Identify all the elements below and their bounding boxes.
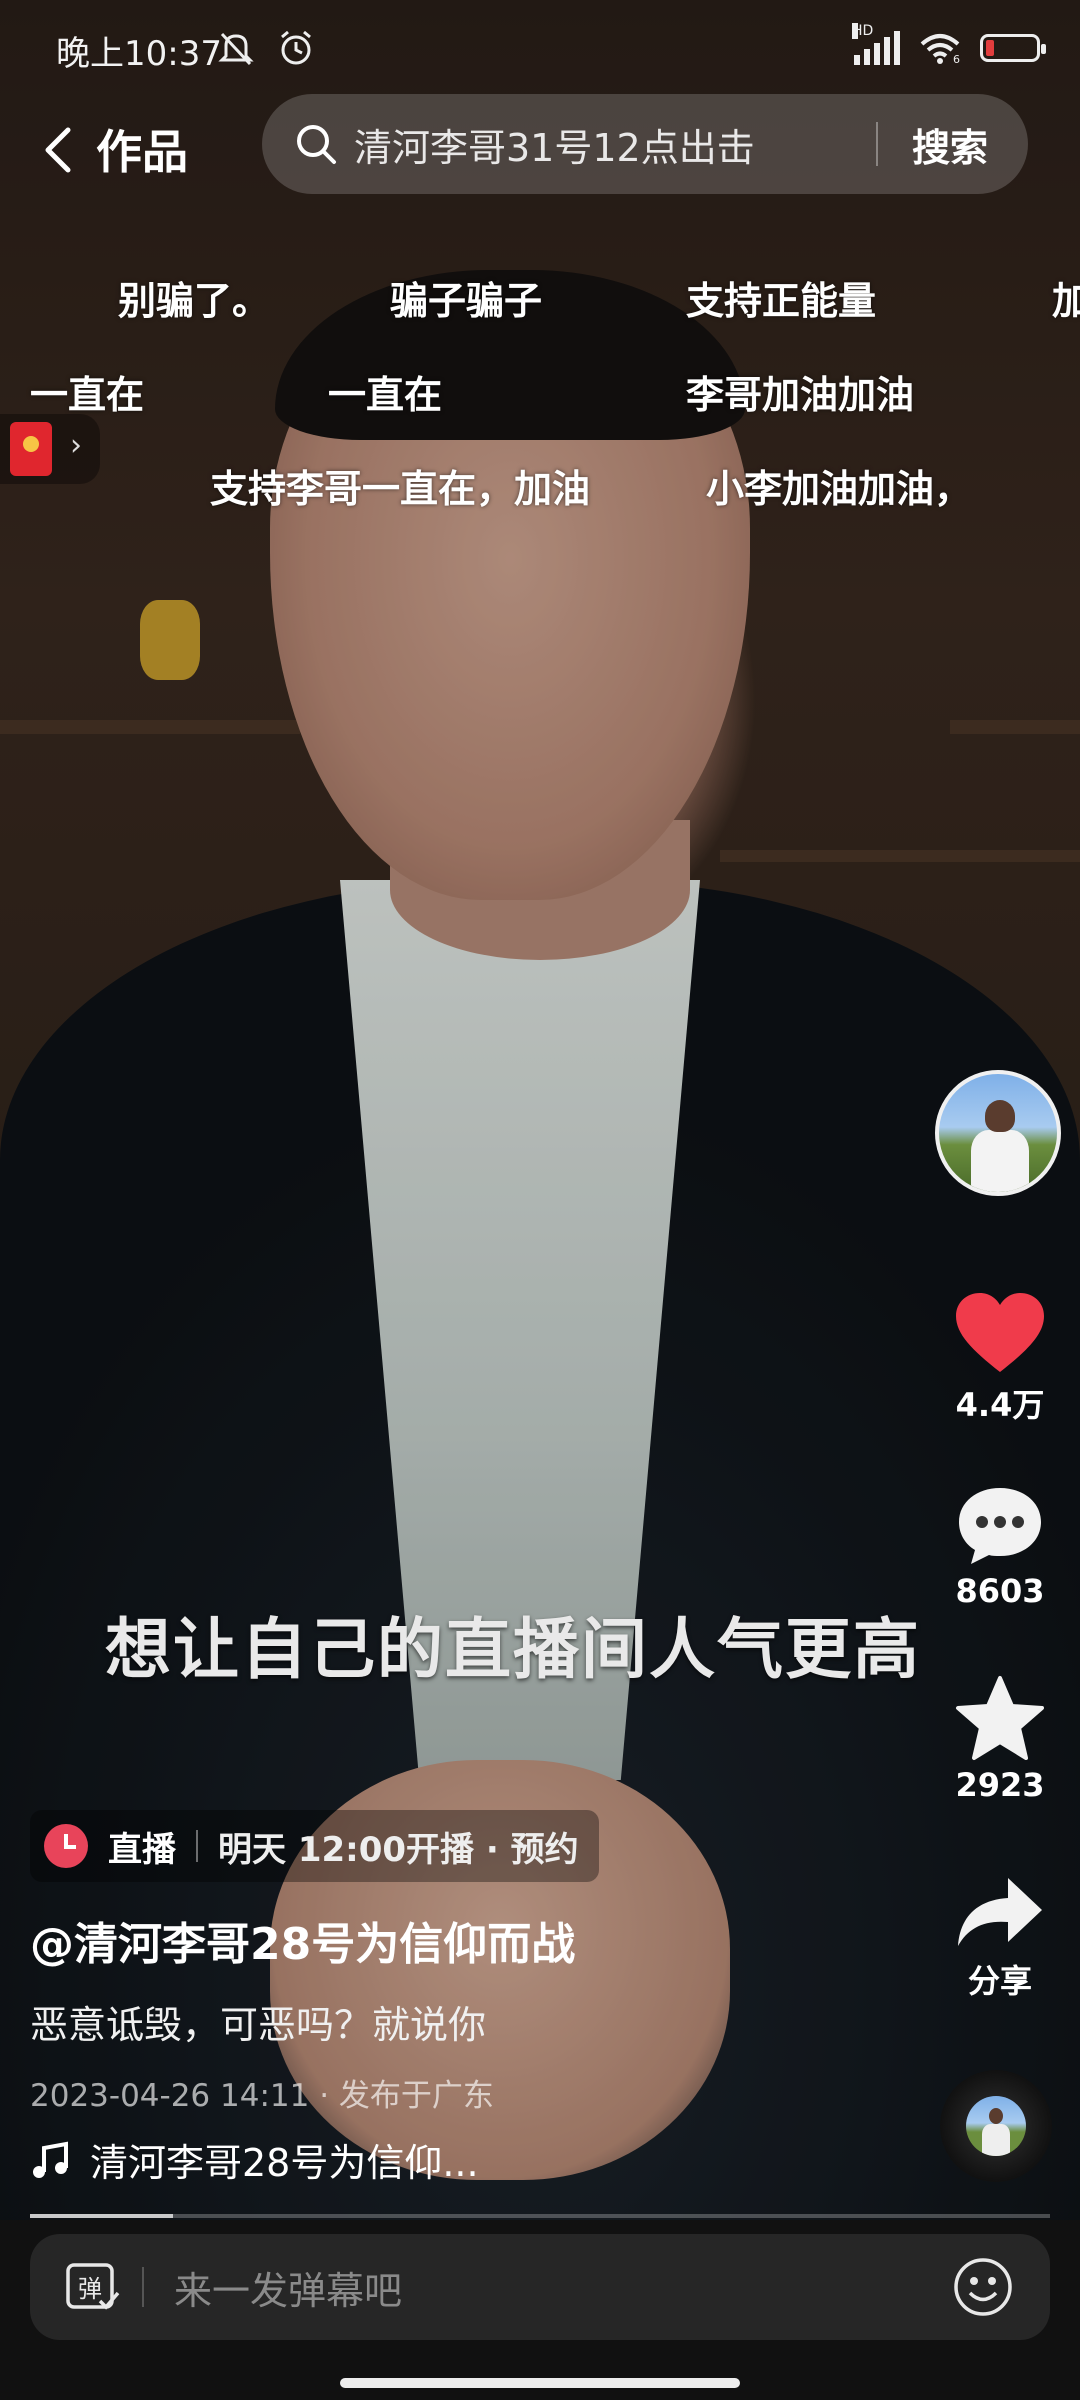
status-bar: 晚上10:37 HD 6 xyxy=(0,0,1080,96)
danmaku-toggle-icon[interactable]: 弹 xyxy=(64,2259,120,2315)
star-icon xyxy=(956,1676,1044,1760)
page-title: 作品 xyxy=(96,125,188,179)
author-name[interactable]: @清河李哥28号为信仰而战 xyxy=(30,1908,575,1972)
comment-button[interactable]: 8603 xyxy=(940,1484,1060,1610)
video-progress-fill xyxy=(30,2214,173,2218)
danmaku-item: 一直在 xyxy=(30,373,145,417)
wifi-icon: 6 xyxy=(920,34,960,64)
danmaku-placeholder[interactable]: 来一发弹幕吧 xyxy=(174,2260,952,2315)
music-disc[interactable] xyxy=(940,2070,1052,2182)
live-tag-divider xyxy=(196,1830,198,1862)
music-note-icon xyxy=(33,2141,68,2178)
battery-icon xyxy=(980,34,1046,62)
input-divider xyxy=(142,2267,144,2307)
avatar-figure-head xyxy=(985,1100,1015,1132)
danmaku-item: 小李加油加油， xyxy=(706,467,973,511)
status-time: 晚上10:37 xyxy=(56,34,222,74)
video-progress-bar[interactable] xyxy=(30,2214,1050,2218)
network-type-label: HD xyxy=(852,23,874,39)
wifi-sub-label: 6 xyxy=(953,53,960,64)
danmaku-item: 李哥加油加油 xyxy=(686,373,915,417)
danmaku-item: 支持正能量 xyxy=(686,279,877,323)
danmaku-item: 支持李哥一直在，加油 xyxy=(210,467,591,511)
like-count: 4.4万 xyxy=(955,1386,1045,1424)
comment-bubble-icon xyxy=(959,1488,1041,1564)
live-reservation-tag[interactable]: 直播 明天 12:00开播 · 预约 xyxy=(30,1810,599,1882)
chevron-right-icon: › xyxy=(70,428,82,463)
share-button[interactable]: 分享 xyxy=(940,1872,1060,2002)
heart-icon xyxy=(956,1293,1044,1372)
music-title: 清河李哥28号为信仰... xyxy=(90,2141,479,2185)
publish-meta: 2023-04-26 14:11 · 发布于广东 xyxy=(30,2078,494,2114)
danmaku-item: 加 xyxy=(1052,279,1080,323)
search-icon xyxy=(297,125,336,164)
back-arrow-icon[interactable] xyxy=(30,120,90,180)
video-subtitle: 想让自己的直播间人气更高 xyxy=(105,1611,921,1688)
favorite-count: 2923 xyxy=(955,1766,1045,1804)
disc-figure-body xyxy=(982,2124,1010,2156)
danmaku-item: 骗子骗子 xyxy=(390,279,543,323)
bottom-bar: 弹 来一发弹幕吧 xyxy=(0,2220,1080,2400)
share-label: 分享 xyxy=(967,1962,1032,2000)
video-description: 恶意诋毁，可恶吗？就说你 xyxy=(30,2003,487,2047)
mute-bell-icon xyxy=(218,32,254,65)
search-button[interactable]: 搜索 xyxy=(878,117,1028,172)
alarm-icon xyxy=(280,30,311,64)
home-indicator[interactable] xyxy=(340,2378,740,2388)
search-bar[interactable]: 清河李哥31号12点出击 搜索 xyxy=(262,94,1028,194)
alarm-clock-icon xyxy=(44,1824,88,1868)
status-icons-left xyxy=(216,26,315,67)
red-packet-widget[interactable]: › xyxy=(0,414,100,484)
live-label: 直播 xyxy=(108,1829,176,1870)
disc-figure-head xyxy=(989,2108,1003,2124)
danmaku-item: 别骗了。 xyxy=(118,279,271,323)
status-icons-right: HD 6 xyxy=(852,23,1046,68)
music-info[interactable]: 清河李哥28号为信仰... xyxy=(30,2132,479,2187)
danmaku-input[interactable]: 弹 来一发弹幕吧 xyxy=(30,2234,1050,2340)
music-disc-cover xyxy=(966,2096,1026,2156)
share-arrow-icon xyxy=(958,1878,1042,1946)
avatar-figure-body xyxy=(971,1130,1029,1192)
top-nav: 作品 清河李哥31号12点出击 搜索 xyxy=(0,90,1080,200)
comment-count: 8603 xyxy=(955,1572,1045,1610)
emoji-icon[interactable] xyxy=(952,2256,1014,2318)
favorite-button[interactable]: 2923 xyxy=(940,1674,1060,1804)
cellular-signal-icon: HD xyxy=(852,23,900,65)
search-query[interactable]: 清河李哥31号12点出击 xyxy=(354,117,876,172)
red-envelope-icon xyxy=(10,422,52,476)
danmaku-toggle-glyph: 弹 xyxy=(78,2275,102,2303)
author-avatar[interactable] xyxy=(935,1070,1061,1196)
like-button[interactable]: 4.4万 xyxy=(940,1290,1060,1426)
live-schedule: 明天 12:00开播 · 预约 xyxy=(218,1829,579,1870)
danmaku-item: 一直在 xyxy=(328,373,443,417)
